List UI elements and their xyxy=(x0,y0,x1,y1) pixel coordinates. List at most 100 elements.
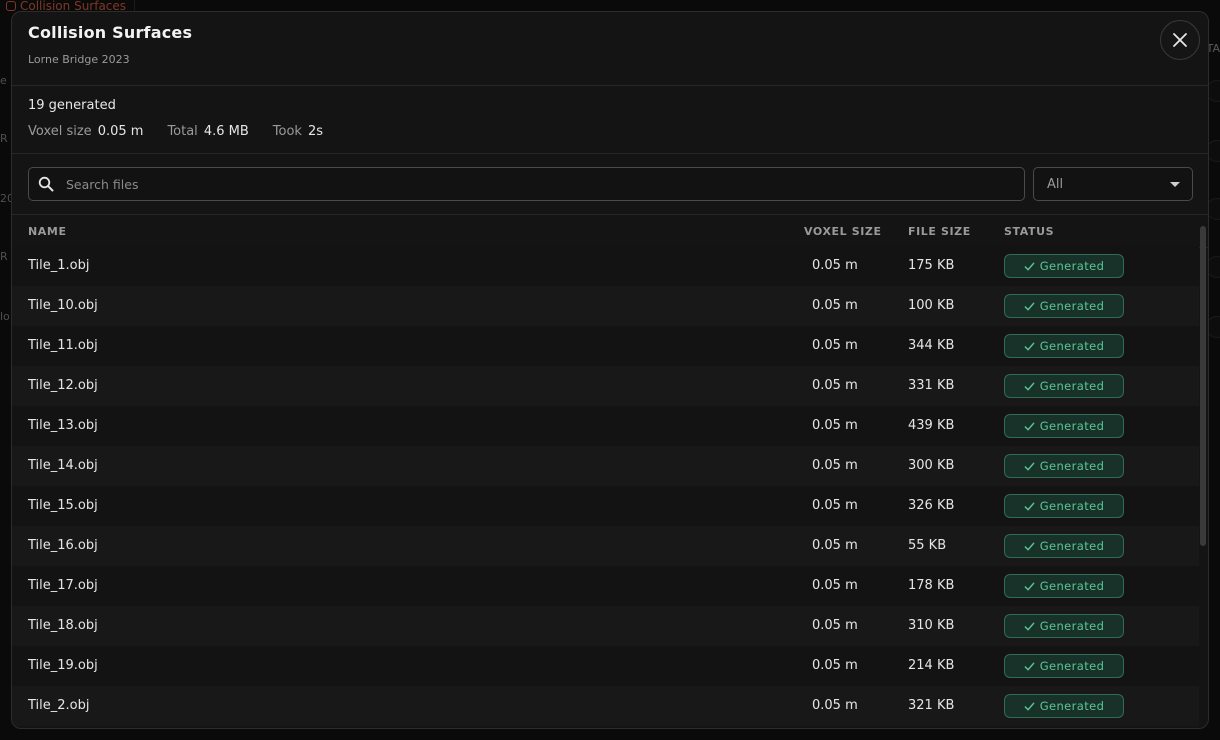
file-name: Tile_16.obj xyxy=(28,538,98,553)
check-icon xyxy=(1024,262,1035,270)
stat-value: 4.6 MB xyxy=(203,124,249,139)
status-badge: Generated xyxy=(1004,654,1124,678)
file-size: 326 KB xyxy=(908,498,955,513)
table-row[interactable]: Tile_15.obj 0.05 m 326 KB Generated xyxy=(12,486,1199,526)
status-text: Generated xyxy=(1039,579,1105,593)
table-row[interactable]: Tile_17.obj 0.05 m 178 KB Generated xyxy=(12,566,1199,606)
file-voxel-size: 0.05 m xyxy=(812,618,858,633)
status-text: Generated xyxy=(1039,659,1105,673)
summary-stats: Voxel size 0.05 m Total 4.6 MB Took 2s xyxy=(28,124,323,139)
file-name: Tile_12.obj xyxy=(28,378,98,393)
search-box[interactable] xyxy=(28,167,1025,201)
collision-surfaces-modal: Collision Surfaces Lorne Bridge 2023 19 … xyxy=(11,11,1209,729)
file-name: Tile_2.obj xyxy=(28,698,90,713)
file-table-body[interactable]: Tile_1.obj 0.05 m 175 KB Generated Tile_… xyxy=(12,246,1199,728)
status-badge: Generated xyxy=(1004,374,1124,398)
scrollbar[interactable] xyxy=(1200,226,1206,726)
modal-header: Collision Surfaces Lorne Bridge 2023 xyxy=(12,12,1208,86)
took-stat: Took 2s xyxy=(273,124,323,139)
file-name: Tile_11.obj xyxy=(28,338,98,353)
column-header-status[interactable]: STATUS xyxy=(1004,225,1054,238)
summary-panel: 19 generated Voxel size 0.05 m Total 4.6 M… xyxy=(12,86,1208,154)
table-row[interactable]: Tile_19.obj 0.05 m 214 KB Generated xyxy=(12,646,1199,686)
file-voxel-size: 0.05 m xyxy=(812,658,858,673)
status-text: Generated xyxy=(1039,619,1105,633)
toolbar: All xyxy=(12,154,1208,215)
status-badge: Generated xyxy=(1004,694,1124,718)
search-icon xyxy=(38,176,54,192)
column-header-voxel-size[interactable]: VOXEL SIZE xyxy=(804,225,882,238)
table-row[interactable]: Tile_16.obj 0.05 m 55 KB Generated xyxy=(12,526,1199,566)
table-row[interactable]: Tile_12.obj 0.05 m 331 KB Generated xyxy=(12,366,1199,406)
status-filter-select[interactable]: All xyxy=(1033,167,1193,201)
status-badge: Generated xyxy=(1004,454,1124,478)
scrollbar-thumb[interactable] xyxy=(1200,226,1206,546)
status-text: Generated xyxy=(1039,459,1105,473)
stat-label: Voxel size xyxy=(28,124,92,139)
stat-label: Took xyxy=(272,124,302,139)
check-icon xyxy=(1024,662,1035,670)
check-icon xyxy=(1024,502,1035,510)
modal-subtitle: Lorne Bridge 2023 xyxy=(28,53,130,66)
stat-value: 0.05 m xyxy=(97,124,144,139)
modal-title: Collision Surfaces xyxy=(28,23,193,42)
table-row[interactable]: Tile_11.obj 0.05 m 344 KB Generated xyxy=(12,326,1199,366)
stat-label: Total xyxy=(167,124,198,139)
file-size: 178 KB xyxy=(908,578,955,593)
file-size: 55 KB xyxy=(908,538,947,553)
file-size: 331 KB xyxy=(908,378,955,393)
status-badge: Generated xyxy=(1004,614,1124,638)
check-icon xyxy=(1024,382,1035,390)
file-voxel-size: 0.05 m xyxy=(812,378,858,393)
chevron-down-icon xyxy=(1170,181,1180,187)
column-header-file-size[interactable]: FILE SIZE xyxy=(908,225,971,238)
file-name: Tile_15.obj xyxy=(28,498,98,513)
file-size: 300 KB xyxy=(908,458,955,473)
file-name: Tile_18.obj xyxy=(28,618,98,633)
table-row[interactable]: Tile_13.obj 0.05 m 439 KB Generated xyxy=(12,406,1199,446)
file-size: 214 KB xyxy=(908,658,955,673)
check-icon xyxy=(1024,542,1035,550)
stat-value: 2s xyxy=(307,124,323,139)
status-text: Generated xyxy=(1039,539,1105,553)
status-badge: Generated xyxy=(1004,254,1124,278)
file-name: Tile_17.obj xyxy=(28,578,98,593)
status-badge: Generated xyxy=(1004,534,1124,558)
file-size: 321 KB xyxy=(908,698,955,713)
check-icon xyxy=(1024,462,1035,470)
file-size: 310 KB xyxy=(908,618,955,633)
filter-selected-value: All xyxy=(1047,176,1064,192)
table-row[interactable]: Tile_14.obj 0.05 m 300 KB Generated xyxy=(12,446,1199,486)
table-row[interactable]: Tile_18.obj 0.05 m 310 KB Generated xyxy=(12,606,1199,646)
file-name: Tile_13.obj xyxy=(28,418,98,433)
status-text: Generated xyxy=(1039,499,1105,513)
file-voxel-size: 0.05 m xyxy=(812,538,858,553)
status-text: Generated xyxy=(1039,419,1105,433)
file-name: Tile_19.obj xyxy=(28,658,98,673)
file-voxel-size: 0.05 m xyxy=(812,578,858,593)
status-badge: Generated xyxy=(1004,294,1124,318)
status-badge: Generated xyxy=(1004,414,1124,438)
file-voxel-size: 0.05 m xyxy=(812,498,858,513)
search-input[interactable] xyxy=(64,175,1024,193)
table-row[interactable]: Tile_1.obj 0.05 m 175 KB Generated xyxy=(12,246,1199,286)
file-size: 100 KB xyxy=(908,298,955,313)
total-stat: Total 4.6 MB xyxy=(167,124,248,139)
column-header-name[interactable]: NAME xyxy=(28,225,67,238)
check-icon xyxy=(1024,302,1035,310)
status-badge: Generated xyxy=(1004,494,1124,518)
file-size: 439 KB xyxy=(908,418,955,433)
file-voxel-size: 0.05 m xyxy=(812,458,858,473)
status-text: Generated xyxy=(1039,699,1105,713)
table-header: NAME VOXEL SIZE FILE SIZE STATUS xyxy=(12,215,1208,248)
table-row[interactable]: Tile_2.obj 0.05 m 321 KB Generated xyxy=(12,686,1199,726)
file-voxel-size: 0.05 m xyxy=(812,338,858,353)
status-badge: Generated xyxy=(1004,574,1124,598)
table-row[interactable]: Tile_10.obj 0.05 m 100 KB Generated xyxy=(12,286,1199,326)
check-icon xyxy=(1024,422,1035,430)
status-badge: Generated xyxy=(1004,334,1124,358)
close-button[interactable] xyxy=(1160,20,1200,60)
file-voxel-size: 0.05 m xyxy=(812,258,858,273)
status-text: Generated xyxy=(1039,339,1105,353)
file-name: Tile_1.obj xyxy=(28,258,90,273)
